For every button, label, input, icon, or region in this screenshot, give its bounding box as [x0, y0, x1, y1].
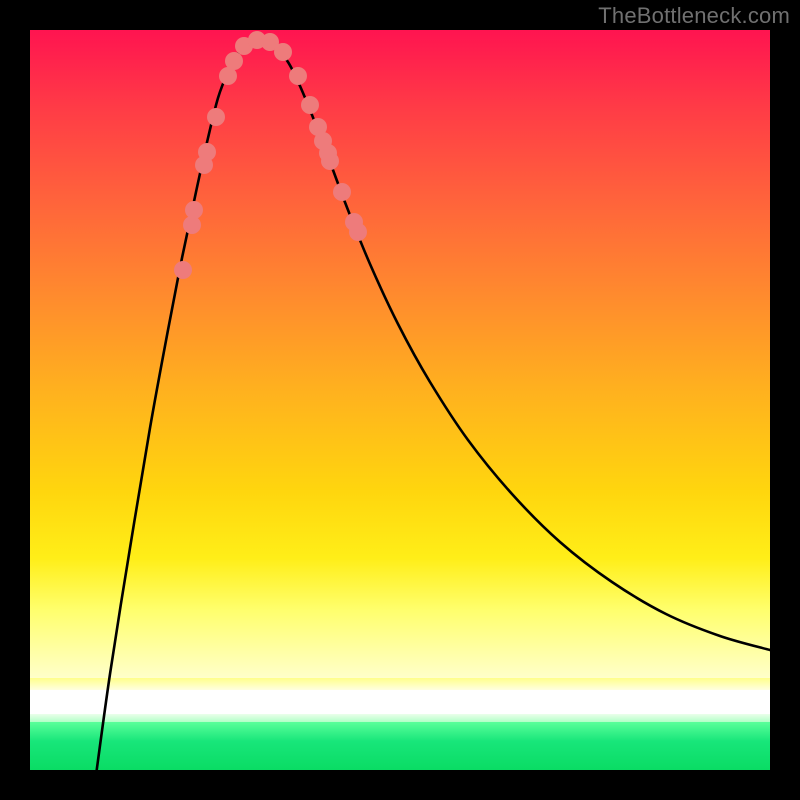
data-marker [207, 108, 225, 126]
watermark-text: TheBottleneck.com [598, 3, 790, 29]
data-marker [185, 201, 203, 219]
data-marker [174, 261, 192, 279]
data-marker [274, 43, 292, 61]
bottleneck-curve [94, 42, 770, 770]
data-marker [321, 152, 339, 170]
data-marker [289, 67, 307, 85]
data-marker [225, 52, 243, 70]
plot-area [30, 30, 770, 770]
data-markers [174, 31, 367, 279]
data-marker [333, 183, 351, 201]
data-marker [198, 143, 216, 161]
curve-layer [30, 30, 770, 770]
chart-frame: TheBottleneck.com [0, 0, 800, 800]
data-marker [301, 96, 319, 114]
data-marker [349, 223, 367, 241]
